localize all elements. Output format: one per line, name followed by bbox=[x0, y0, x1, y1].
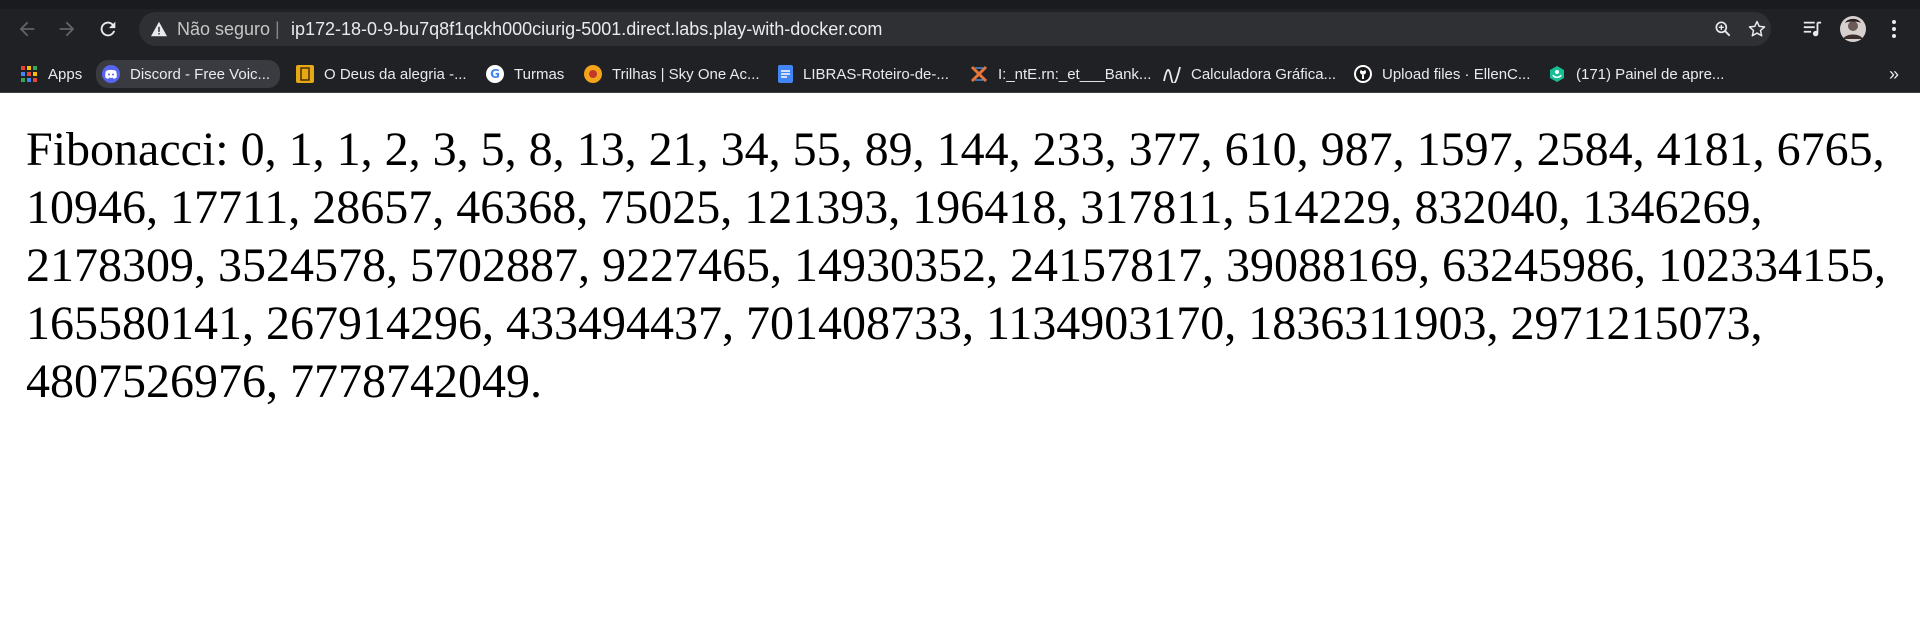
bookmark-label: Trilhas | Sky One Ac... bbox=[612, 65, 760, 83]
reload-icon[interactable] bbox=[93, 14, 123, 44]
github-icon bbox=[1354, 65, 1372, 83]
bookmark-calculadora-grafica[interactable]: Calculadora Gráfica... bbox=[1163, 56, 1336, 92]
address-bar[interactable]: Não seguro | ip172-18-0-9-bu7q8f1qckh000… bbox=[139, 12, 1771, 46]
forward-arrow-icon[interactable] bbox=[52, 14, 82, 44]
khan-academy-icon bbox=[1548, 65, 1566, 83]
sky-one-icon bbox=[584, 65, 602, 83]
bookmark-turmas[interactable]: G Turmas bbox=[486, 56, 564, 92]
bookmark-label: I:_ntE.rn:_et___Bank... bbox=[998, 65, 1152, 83]
bookmark-o-deus-da-alegria[interactable]: O Deus da alegria -... bbox=[296, 56, 467, 92]
bookmarks-bar: Apps Discord - Free Voic... O Deus da al… bbox=[0, 56, 1920, 93]
media-control-icon[interactable] bbox=[1798, 15, 1826, 43]
more-menu-icon[interactable] bbox=[1880, 14, 1908, 44]
cross-icon bbox=[970, 65, 988, 83]
bookmark-label: Turmas bbox=[514, 65, 565, 83]
profile-avatar-icon[interactable] bbox=[1838, 14, 1868, 44]
fibonacci-sequence-text: Fibonacci: 0, 1, 1, 2, 3, 5, 8, 13, 21, … bbox=[26, 123, 1886, 408]
bookmark-libras-roteiro[interactable]: LIBRAS-Roteiro-de-... bbox=[778, 56, 949, 92]
security-label[interactable]: Não seguro bbox=[177, 12, 270, 46]
browser-toolbar: Não seguro | ip172-18-0-9-bu7q8f1qckh000… bbox=[0, 0, 1920, 56]
discord-icon bbox=[102, 65, 120, 83]
address-separator: | bbox=[275, 19, 280, 39]
bookmark-label: Calculadora Gráfica... bbox=[1191, 65, 1337, 83]
bookmark-discord[interactable]: Discord - Free Voic... bbox=[96, 60, 281, 88]
more-bookmarks-chevron-icon[interactable]: » bbox=[1882, 56, 1906, 92]
bookmark-label: O Deus da alegria -... bbox=[324, 65, 467, 83]
zoom-icon[interactable] bbox=[1712, 18, 1734, 40]
bookmark-label: (171) Painel de apre... bbox=[1576, 65, 1725, 83]
bookmark-label: Discord - Free Voic... bbox=[130, 65, 271, 83]
google-icon: G bbox=[486, 65, 504, 83]
bookmark-apps[interactable]: Apps bbox=[20, 56, 82, 92]
bookmark-label: Upload files · EllenC... bbox=[1382, 65, 1531, 83]
google-docs-icon bbox=[778, 65, 793, 83]
bookmark-label: Apps bbox=[48, 65, 83, 83]
page-content: Fibonacci: 0, 1, 1, 2, 3, 5, 8, 13, 21, … bbox=[0, 93, 1920, 643]
bookmark-upload-files[interactable]: Upload files · EllenC... bbox=[1354, 56, 1530, 92]
bookmark-internet-banking[interactable]: I:_ntE.rn:_et___Bank... bbox=[970, 56, 1151, 92]
warning-triangle-icon[interactable] bbox=[150, 20, 168, 38]
bookmark-trilhas[interactable]: Trilhas | Sky One Ac... bbox=[584, 56, 760, 92]
back-arrow-icon[interactable] bbox=[12, 14, 42, 44]
bookmark-painel[interactable]: (171) Painel de apre... bbox=[1548, 56, 1724, 92]
bookmark-star-icon[interactable] bbox=[1746, 18, 1768, 40]
bookmark-label: LIBRAS-Roteiro-de-... bbox=[803, 65, 949, 83]
apps-grid-icon bbox=[20, 65, 38, 83]
desmos-icon bbox=[1163, 65, 1181, 83]
url-text[interactable]: ip172-18-0-9-bu7q8f1qckh000ciurig-5001.d… bbox=[291, 12, 882, 46]
book-icon bbox=[296, 65, 314, 83]
